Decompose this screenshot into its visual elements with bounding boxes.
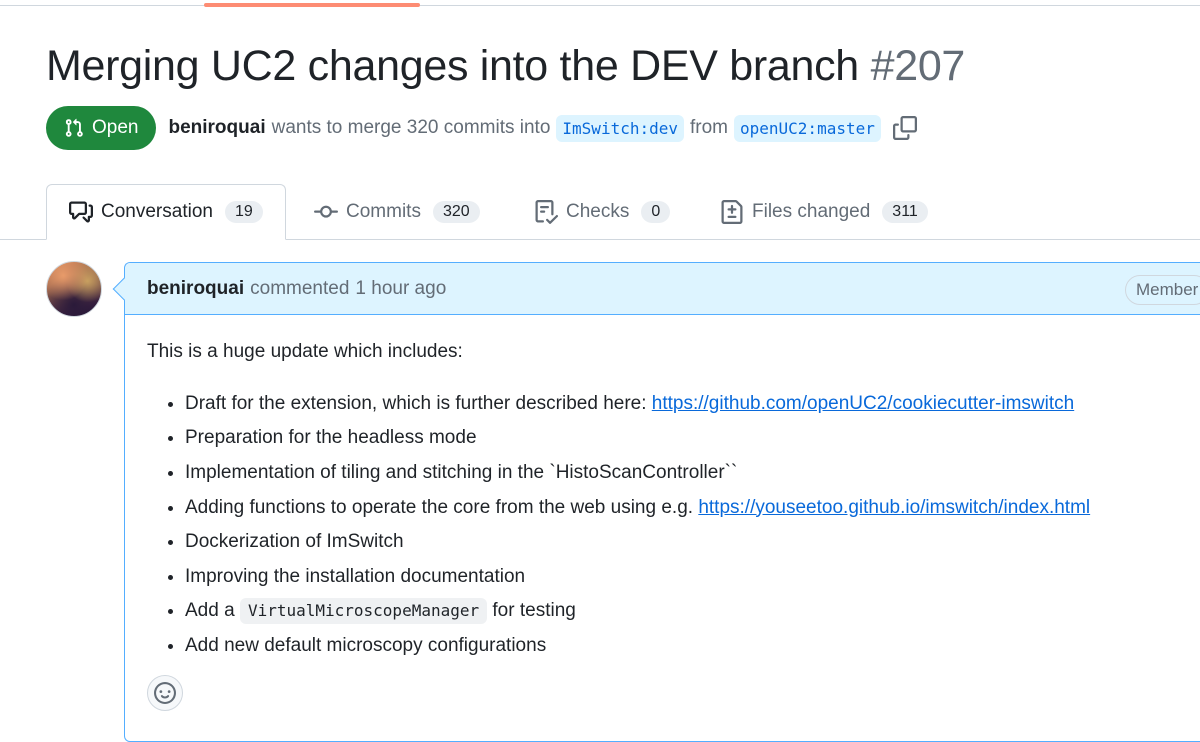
tab-conversation[interactable]: Conversation 19 <box>46 184 286 240</box>
comment-action: commented <box>250 277 350 299</box>
list-item-text: for testing <box>487 600 576 622</box>
comment-body: This is a huge update which includes: Dr… <box>147 339 1197 668</box>
copy-branch-button[interactable] <box>892 116 917 140</box>
pr-state-badge: Open <box>46 106 157 150</box>
comment-header: beniroquai commented 1 hour ago <box>125 263 1200 315</box>
tab-label: Files changed <box>752 201 871 222</box>
pr-tabs: Conversation 19 Commits 320 Checks 0 Fil… <box>0 184 1200 240</box>
smiley-icon <box>154 682 176 704</box>
tab-counter: 320 <box>432 201 480 223</box>
pr-state-label: Open <box>92 117 139 138</box>
list-item: Adding functions to operate the core fro… <box>185 495 1197 521</box>
from-text: from <box>690 117 728 138</box>
header-divider <box>0 5 1200 6</box>
list-item: Implementation of tiling and stitching i… <box>185 460 1197 486</box>
list-item: Improving the installation documentation <box>185 564 1197 590</box>
tab-label: Conversation <box>101 201 213 222</box>
avatar[interactable] <box>46 261 102 317</box>
file-diff-icon <box>721 200 743 224</box>
git-commit-icon <box>314 205 338 218</box>
imswitch-web-link[interactable]: https://youseetoo.github.io/imswitch/ind… <box>698 497 1090 518</box>
role-badge: Member <box>1125 275 1200 305</box>
tab-files-changed[interactable]: Files changed 311 <box>720 184 928 240</box>
head-branch-label[interactable]: openUC2:master <box>734 114 881 142</box>
comment-box: beniroquai commented 1 hour ago Member T… <box>112 262 1200 742</box>
inline-code: VirtualMicroscopeManager <box>239 598 488 625</box>
page-title: Merging UC2 changes into the DEV branch … <box>46 42 965 91</box>
pr-title: Merging UC2 changes into the DEV branch <box>46 42 859 90</box>
comment-author-link[interactable]: beniroquai <box>147 278 244 300</box>
comment-intro: This is a huge update which includes: <box>147 341 463 362</box>
list-item-text: Adding functions to operate the core fro… <box>185 496 699 518</box>
pr-author-link[interactable]: beniroquai <box>168 117 265 139</box>
add-reaction-button[interactable] <box>147 675 183 711</box>
pr-meta-row: Open beniroquai wants to merge 320 commi… <box>46 106 917 150</box>
git-pull-request-icon <box>65 118 83 137</box>
merge-description: wants to merge 320 commits into <box>271 117 551 138</box>
list-item: Preparation for the headless mode <box>185 425 1197 451</box>
tab-label: Commits <box>346 201 421 222</box>
tab-counter: 0 <box>641 201 671 223</box>
list-item-text: Draft for the extension, which is furthe… <box>185 392 652 414</box>
list-item: Add new default microscopy configuration… <box>185 633 1197 659</box>
active-nav-underline <box>204 3 420 7</box>
tab-counter: 19 <box>224 201 263 223</box>
change-list: Draft for the extension, which is furthe… <box>147 391 1197 659</box>
comment-discussion-icon <box>69 201 93 223</box>
list-item-text: Add a <box>185 600 240 622</box>
list-item: Add a VirtualMicroscopeManager for testi… <box>185 598 1197 625</box>
pr-number: #207 <box>870 42 966 90</box>
tab-checks[interactable]: Checks 0 <box>534 184 671 240</box>
tab-label: Checks <box>566 201 630 222</box>
checklist-icon <box>535 200 558 224</box>
copy-icon <box>892 116 917 140</box>
base-branch-label[interactable]: ImSwitch:dev <box>556 114 684 142</box>
list-item: Dockerization of ImSwitch <box>185 529 1197 555</box>
tab-counter: 311 <box>882 201 928 223</box>
tab-commits[interactable]: Commits 320 <box>314 184 480 240</box>
list-item: Draft for the extension, which is furthe… <box>185 391 1197 417</box>
comment-timestamp[interactable]: 1 hour ago <box>355 278 446 300</box>
cookiecutter-link[interactable]: https://github.com/openUC2/cookiecutter-… <box>652 393 1074 414</box>
